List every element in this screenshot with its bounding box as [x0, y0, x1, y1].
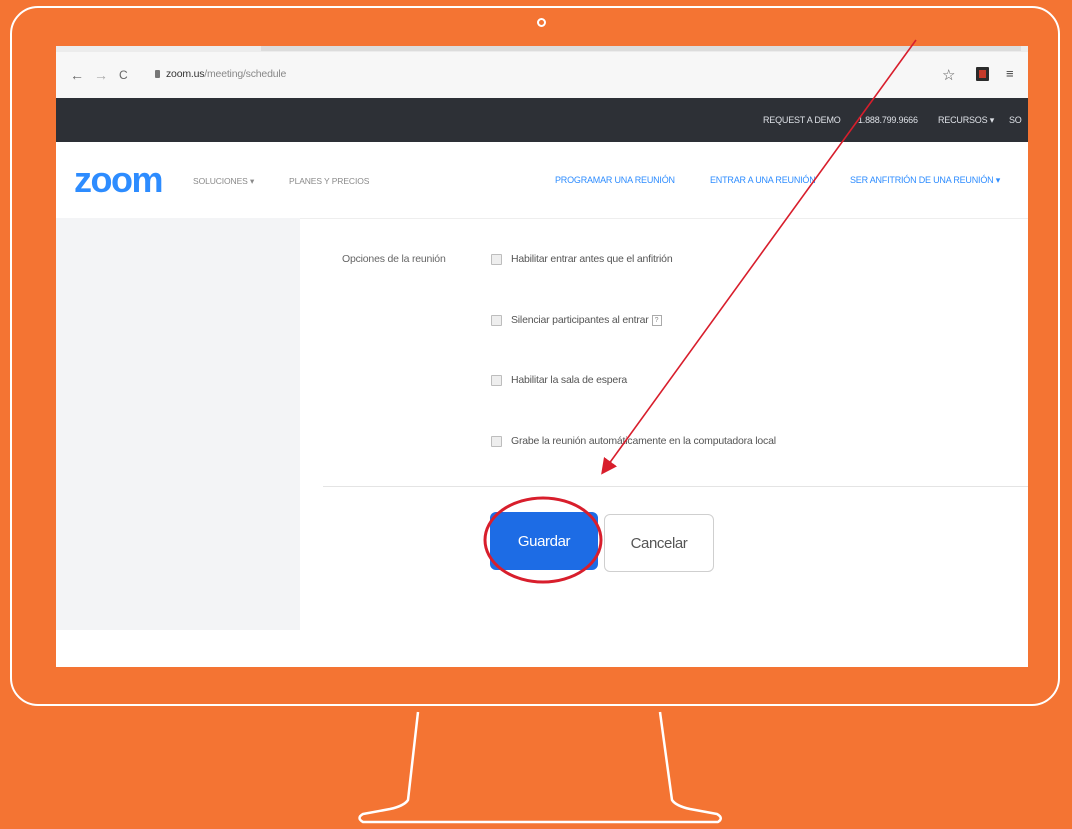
option-waiting-room[interactable]: Habilitar la sala de espera	[491, 372, 627, 388]
checkbox[interactable]	[491, 374, 502, 386]
zoom-top-bar: REQUEST A DEMO 1.888.799.9666 RECURSOS ▾…	[56, 98, 1028, 142]
resources-menu[interactable]: RECURSOS ▾	[938, 115, 994, 126]
extension-menu-icon[interactable]: ≡	[1006, 66, 1014, 81]
option-label: Grabe la reunión automáticamente en la c…	[511, 435, 776, 447]
screen: ← → C zoom.us/meeting/schedule ☆ ≡ REQUE…	[56, 46, 1028, 667]
back-icon[interactable]: ←	[70, 68, 84, 82]
browser-toolbar: ← → C zoom.us/meeting/schedule ☆ ≡	[56, 46, 1028, 99]
info-icon[interactable]: ?	[651, 314, 662, 326]
zoom-nav: zoom SOLUCIONES ▾ PLANES Y PRECIOS PROGR…	[56, 142, 1028, 219]
bookmark-star-icon[interactable]: ☆	[942, 66, 955, 84]
browser-tabstrip	[56, 46, 1028, 52]
checkbox[interactable]	[491, 314, 502, 326]
meeting-options-label: Opciones de la reunión	[342, 253, 446, 265]
nav-host-meeting[interactable]: SER ANFITRIÓN DE UNA REUNIÓN ▾	[850, 175, 1000, 186]
option-label: Habilitar la sala de espera	[511, 374, 628, 386]
address-bar[interactable]: zoom.us/meeting/schedule	[166, 68, 286, 80]
option-join-before-host[interactable]: Habilitar entrar antes que el anfitrión	[491, 251, 673, 267]
pdf-extension-icon[interactable]	[976, 67, 989, 81]
zoom-logo[interactable]: zoom	[74, 159, 164, 201]
nav-solutions[interactable]: SOLUCIONES ▾	[193, 176, 254, 187]
phone-number: 1.888.799.9666	[858, 115, 918, 125]
checkbox[interactable]	[491, 435, 502, 447]
option-label: Habilitar entrar antes que el anfitrión	[511, 253, 673, 265]
nav-join-meeting[interactable]: ENTRAR A UNA REUNIÓN	[710, 175, 816, 185]
option-mute-on-entry[interactable]: Silenciar participantes al entrar ?	[491, 312, 662, 328]
url-path: /meeting/schedule	[204, 68, 287, 80]
section-divider	[323, 486, 1028, 487]
sidebar	[56, 218, 300, 630]
nav-plans[interactable]: PLANES Y PRECIOS	[289, 176, 369, 186]
url-domain: zoom.us	[166, 68, 205, 80]
forward-icon[interactable]: →	[94, 68, 108, 82]
option-auto-record-local[interactable]: Grabe la reunión automáticamente en la c…	[491, 433, 776, 449]
save-button[interactable]: Guardar	[490, 512, 598, 570]
cancel-button[interactable]: Cancelar	[604, 514, 714, 572]
reload-icon[interactable]: C	[119, 68, 128, 82]
lock-icon	[155, 70, 160, 78]
request-demo-link[interactable]: REQUEST A DEMO	[763, 115, 841, 125]
nav-schedule-meeting[interactable]: PROGRAMAR UNA REUNIÓN	[555, 175, 675, 185]
checkbox[interactable]	[491, 253, 502, 265]
option-label: Silenciar participantes al entrar	[511, 314, 649, 326]
support-link[interactable]: SO	[1009, 115, 1022, 125]
